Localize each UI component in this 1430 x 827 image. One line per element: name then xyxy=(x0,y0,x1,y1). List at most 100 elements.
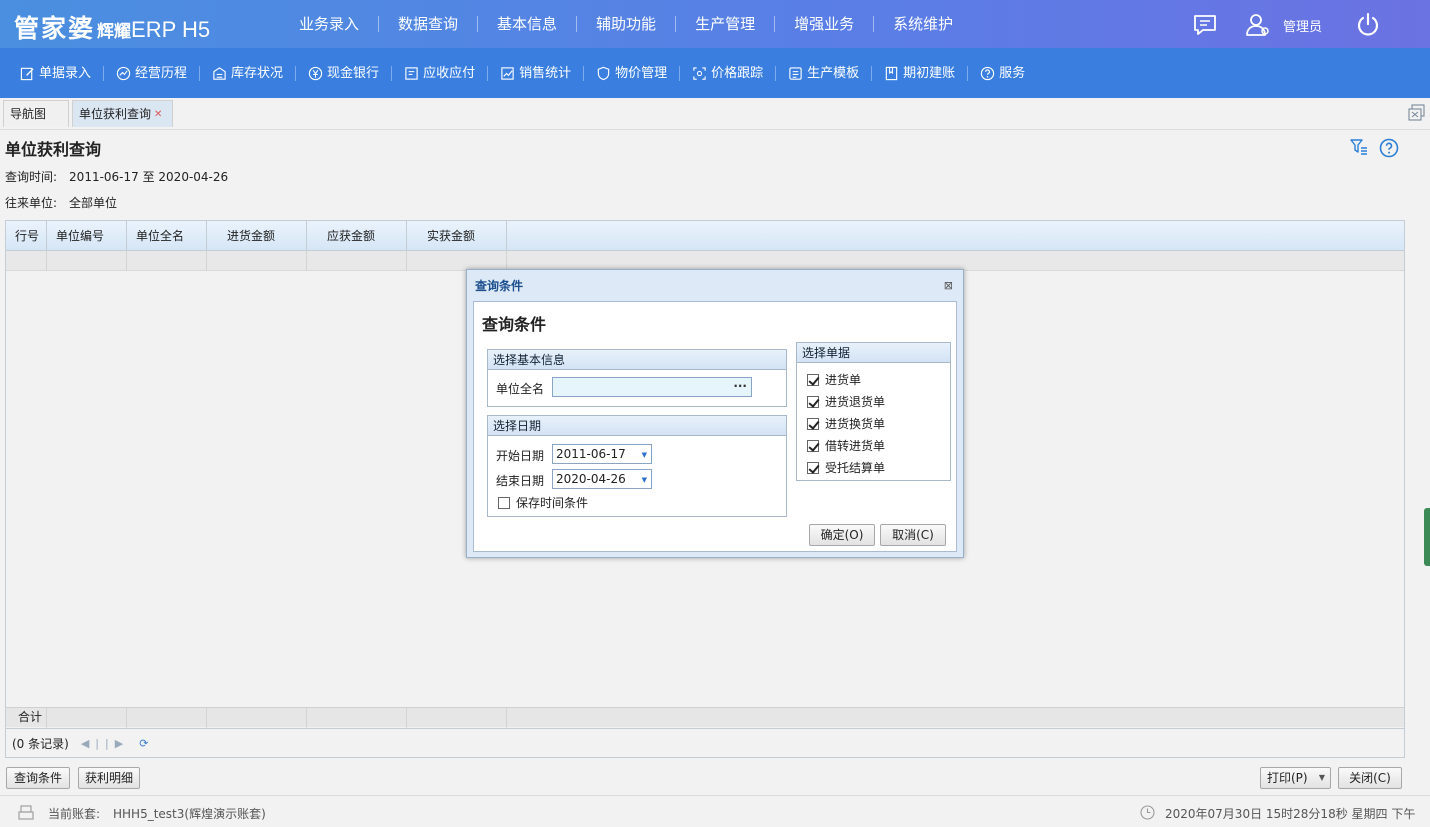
section-title: 选择基本信息 xyxy=(488,350,786,370)
column-header[interactable]: 行号 xyxy=(6,221,47,251)
table-row[interactable] xyxy=(6,251,1404,271)
side-handle[interactable] xyxy=(1424,508,1430,566)
end-date-value: 2020-04-26 xyxy=(556,472,626,486)
refresh-icon[interactable]: ⟳ xyxy=(139,737,148,750)
quick-nav-price[interactable]: 物价管理 xyxy=(584,65,681,81)
next-page-icon[interactable]: | xyxy=(105,737,109,750)
book-icon xyxy=(885,66,898,80)
unit-value: 全部单位 xyxy=(69,196,118,210)
section-title: 选择单据 xyxy=(797,343,950,363)
quick-nav-service[interactable]: 服务 xyxy=(968,66,1037,81)
column-header[interactable]: 应获金额 xyxy=(307,221,407,251)
close-icon[interactable]: ✕ xyxy=(154,109,164,120)
start-date-input[interactable]: 2011-06-17 ▼ xyxy=(552,444,652,464)
checkbox-box[interactable] xyxy=(807,395,819,408)
cancel-button[interactable]: 取消(C) xyxy=(880,524,946,546)
doc-checkbox[interactable]: 进货单 xyxy=(807,371,861,388)
quick-nav-label: 应收应付 xyxy=(423,65,476,81)
page-title: 单位获利查询 xyxy=(5,140,102,159)
user-icon[interactable] xyxy=(1245,12,1271,38)
chevron-down-icon[interactable]: ▼ xyxy=(1319,768,1325,788)
menu-item-aux[interactable]: 辅助功能 xyxy=(577,16,677,32)
doc-checkbox[interactable]: 借转进货单 xyxy=(807,437,885,454)
close-icon[interactable]: ⊠ xyxy=(944,279,953,292)
chevron-down-icon[interactable]: ▼ xyxy=(642,446,647,464)
close-button[interactable]: 关闭(C) xyxy=(1338,767,1402,789)
save-time-checkbox[interactable]: 保存时间条件 xyxy=(498,494,588,511)
filter-icon[interactable] xyxy=(1350,138,1368,156)
query-conditions-button[interactable]: 查询条件 xyxy=(6,767,70,789)
print-button[interactable]: 打印(P) ▼ xyxy=(1260,767,1331,789)
quick-nav-cash[interactable]: 现金银行 xyxy=(296,65,393,81)
query-conditions-dialog: 查询条件 ⊠ 查询条件 选择基本信息 单位全名 ··· 选择日期 开始日期 20… xyxy=(466,269,964,558)
tab-bar: 导航图 单位获利查询 ✕ xyxy=(0,98,1430,130)
yen-icon xyxy=(308,66,323,80)
column-header[interactable]: 进货金额 xyxy=(207,221,307,251)
unit-label: 往来单位: xyxy=(5,196,58,210)
dialog-heading: 查询条件 xyxy=(482,315,547,334)
menu-item-query[interactable]: 数据查询 xyxy=(379,16,479,32)
checkbox-box[interactable] xyxy=(807,417,819,430)
prev-page-icon[interactable]: | xyxy=(95,737,99,750)
column-header[interactable]: 实获金额 xyxy=(407,221,507,251)
quick-nav-sales[interactable]: 销售统计 xyxy=(488,65,585,81)
account-value: HHH5_test3(辉煌演示账套) xyxy=(113,807,266,821)
doc-checkbox[interactable]: 受托结算单 xyxy=(807,459,885,476)
logo-text: 管家婆 xyxy=(14,14,96,43)
quick-nav-entry[interactable]: 单据录入 xyxy=(8,65,105,81)
profit-detail-button[interactable]: 获利明细 xyxy=(78,767,140,789)
edit-icon xyxy=(20,67,34,80)
ledger-icon xyxy=(405,66,418,80)
quick-nav-label: 价格跟踪 xyxy=(711,65,764,81)
last-page-icon[interactable]: ▶ xyxy=(115,737,123,750)
tab-unit-profit[interactable]: 单位获利查询 ✕ xyxy=(72,100,173,127)
end-date-input[interactable]: 2020-04-26 ▼ xyxy=(552,469,652,489)
quick-nav-stock[interactable]: 库存状况 xyxy=(200,65,297,81)
close-all-tabs-icon[interactable] xyxy=(1408,104,1425,121)
first-page-icon[interactable]: ◀ xyxy=(81,737,89,750)
message-icon[interactable] xyxy=(1192,12,1218,38)
menu-item-production[interactable]: 生产管理 xyxy=(676,16,776,32)
unit-name-input[interactable]: ··· xyxy=(552,377,752,397)
quick-nav-history[interactable]: 经营历程 xyxy=(104,65,201,81)
main-menu: 业务录入 数据查询 基本信息 辅助功能 生产管理 增强业务 系统维护 xyxy=(280,0,972,48)
help-icon[interactable] xyxy=(1379,138,1399,158)
menu-item-basic[interactable]: 基本信息 xyxy=(478,16,578,32)
grid-total-row: 合计 xyxy=(6,707,1404,728)
trend-icon xyxy=(116,66,131,80)
column-header[interactable]: 单位编号 xyxy=(47,221,127,251)
status-bar: 当前账套: HHH5_test3(辉煌演示账套) 2020年07月30日 15时… xyxy=(0,795,1430,827)
quick-nav-receivable[interactable]: 应收应付 xyxy=(392,65,489,81)
tab-navigation[interactable]: 导航图 xyxy=(3,100,69,127)
dialog-title: 查询条件 xyxy=(475,279,524,293)
menu-item-entry[interactable]: 业务录入 xyxy=(280,16,380,32)
account-label: 当前账套: xyxy=(48,807,101,821)
user-name[interactable]: 管理员 xyxy=(1283,16,1322,35)
menu-item-enhanced[interactable]: 增强业务 xyxy=(775,16,875,32)
doc-checkbox[interactable]: 进货换货单 xyxy=(807,415,885,432)
checkbox-box[interactable] xyxy=(807,461,819,474)
end-date-label: 结束日期 xyxy=(496,474,545,488)
quick-nav-label: 服务 xyxy=(999,65,1026,81)
column-header[interactable]: 单位全名 xyxy=(127,221,207,251)
checkbox-label: 保存时间条件 xyxy=(516,496,589,510)
query-time-label: 查询时间: xyxy=(5,170,58,184)
checkbox-box[interactable] xyxy=(807,439,819,452)
checkbox-box[interactable] xyxy=(807,373,819,386)
record-count: (0 条记录) xyxy=(12,736,69,751)
app-logo: 管家婆 辉耀 ERP H5 xyxy=(14,9,210,43)
ok-button[interactable]: 确定(O) xyxy=(809,524,875,546)
menu-item-system[interactable]: 系统维护 xyxy=(874,16,972,32)
documents-section: 选择单据 进货单 进货退货单 进货换货单 借转进货单 受托结算单 xyxy=(796,342,951,481)
chevron-down-icon[interactable]: ▼ xyxy=(642,471,647,489)
checkbox-box[interactable] xyxy=(498,496,510,509)
section-title: 选择日期 xyxy=(488,416,786,436)
quick-nav-template[interactable]: 生产模板 xyxy=(776,65,873,81)
grid-pager: (0 条记录) ◀ | | ▶ ⟳ xyxy=(6,728,1404,757)
quick-nav-opening[interactable]: 期初建账 xyxy=(872,65,969,81)
quick-nav-tracking[interactable]: 价格跟踪 xyxy=(680,65,777,81)
dialog-body: 查询条件 选择基本信息 单位全名 ··· 选择日期 开始日期 2011-06-1… xyxy=(473,301,957,552)
doc-checkbox[interactable]: 进货退货单 xyxy=(807,393,885,410)
ellipsis-icon[interactable]: ··· xyxy=(733,377,747,395)
power-icon[interactable] xyxy=(1355,12,1381,38)
